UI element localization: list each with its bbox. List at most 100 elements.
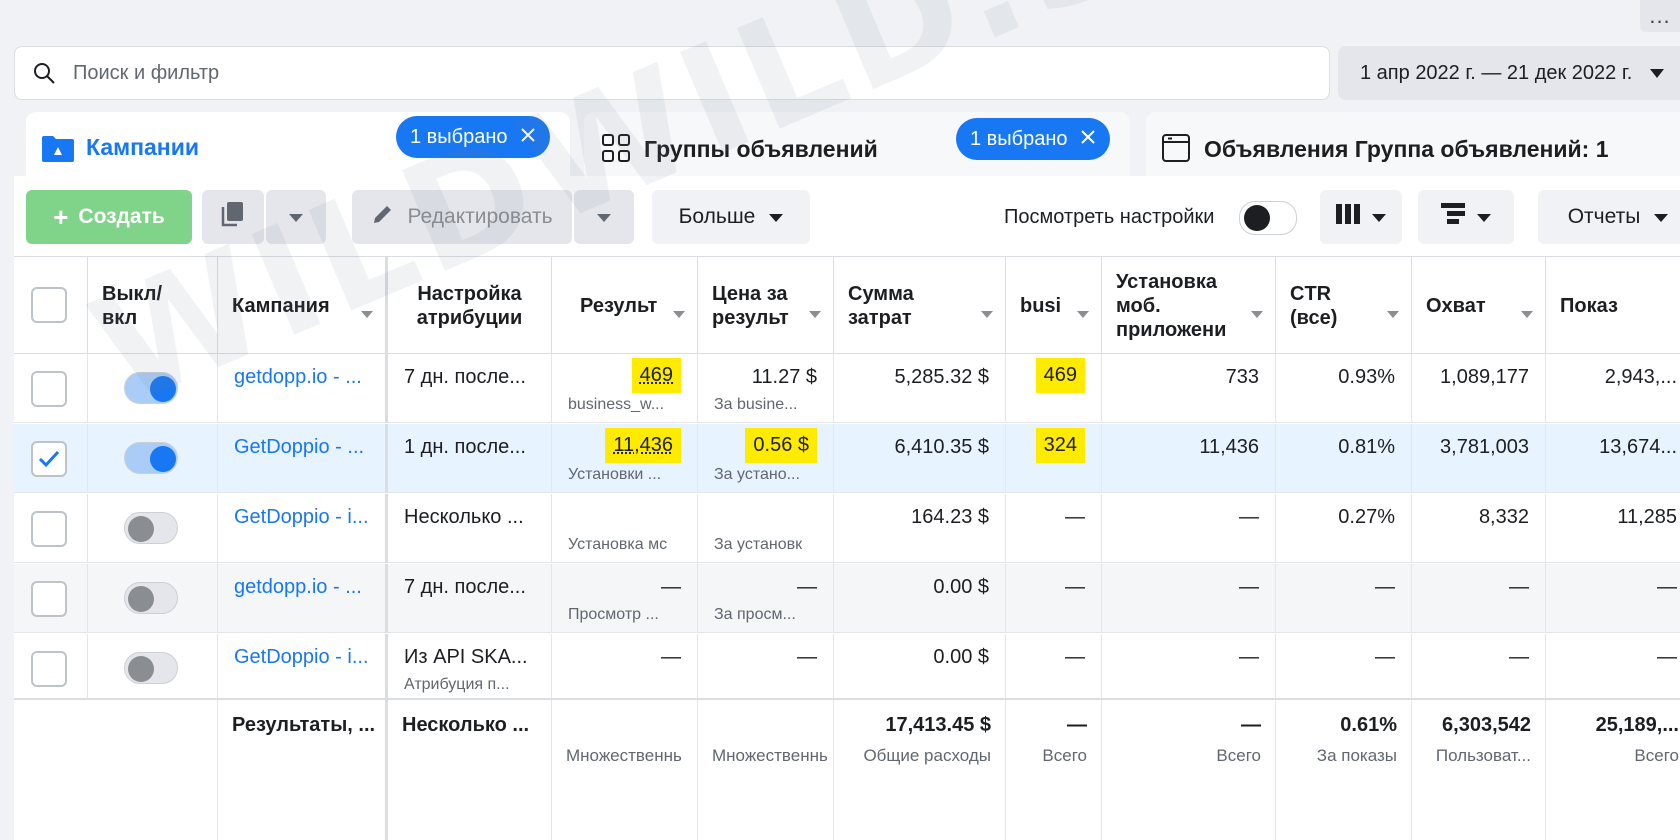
header-attribution[interactable]: Настройка атрибуции (388, 257, 552, 355)
header-ctr-label: CTR (все) (1290, 283, 1338, 329)
cell-installs: 11,436 (1102, 424, 1276, 493)
search-bar[interactable] (14, 46, 1330, 100)
table-row[interactable]: GetDoppio - i... Несколько ... Установка м… (14, 494, 1680, 563)
campaign-name-link[interactable]: GetDoppio - ... (234, 436, 382, 459)
header-installs[interactable]: Установка моб. приложени (1102, 257, 1276, 355)
table-row[interactable]: getdopp.io - ... 7 дн. после... — Просмотр … (14, 564, 1680, 633)
sort-icon[interactable] (361, 301, 373, 325)
table-row[interactable]: GetDoppio - i... Из API SKA... Атрибуция п… (14, 634, 1680, 703)
campaign-name-link[interactable]: GetDoppio - i... (234, 646, 382, 669)
campaign-name-link[interactable]: getdopp.io - ... (234, 366, 382, 389)
close-icon[interactable] (1080, 128, 1096, 151)
header-campaign[interactable]: Кампания (218, 257, 388, 355)
campaign-onoff-toggle[interactable] (124, 652, 178, 684)
sort-icon[interactable] (673, 301, 685, 325)
more-options-button[interactable]: ... (1640, 0, 1680, 32)
footer-ctr-cell: 0.61% За показы (1276, 700, 1412, 840)
cell-cost-value: — (797, 646, 817, 668)
cell-onoff (88, 564, 218, 633)
table-row[interactable]: getdopp.io - ... 7 дн. после... 469 busines… (14, 354, 1680, 423)
header-ctr[interactable]: CTR (все) (1276, 257, 1412, 355)
row-checkbox[interactable] (31, 371, 67, 407)
header-results[interactable]: Результ (552, 257, 698, 355)
sort-icon[interactable] (1077, 301, 1089, 325)
breakdown-button[interactable] (1418, 190, 1514, 244)
sort-icon[interactable] (1251, 301, 1263, 325)
header-installs-label: Установка моб. приложени (1116, 271, 1227, 341)
row-checkbox[interactable] (31, 581, 67, 617)
cell-ctr: 0.27% (1276, 494, 1412, 563)
reports-button[interactable]: Отчеты (1538, 190, 1680, 244)
footer-spend-sub: Общие расходы (863, 746, 991, 765)
more-button[interactable]: Больше (652, 190, 810, 244)
sort-icon[interactable] (1387, 301, 1399, 325)
campaign-name-link[interactable]: getdopp.io - ... (234, 576, 382, 599)
footer-spend-cell: 17,413.45 $ Общие расходы (834, 700, 1006, 840)
sort-icon[interactable] (1521, 301, 1533, 325)
create-button[interactable]: + Создать (26, 190, 192, 244)
cell-reach: 3,781,003 (1412, 424, 1546, 493)
caret-down-icon (1654, 205, 1669, 229)
header-results-label: Результ (580, 295, 658, 317)
edit-dropdown-button[interactable] (574, 190, 634, 244)
campaign-onoff-toggle[interactable] (124, 442, 178, 474)
caret-down-icon (1477, 205, 1491, 229)
adsets-selected-pill[interactable]: 1 выбрано (956, 118, 1110, 160)
cell-impr-value: — (1657, 646, 1677, 668)
view-settings-toggle[interactable] (1239, 201, 1297, 235)
header-impressions-label: Показ (1560, 295, 1618, 317)
campaign-name-link[interactable]: GetDoppio - i... (234, 506, 382, 529)
cell-ctr: 0.81% (1276, 424, 1412, 493)
cell-spend: 6,410.35 $ (834, 424, 1006, 493)
cell-installs-value: — (1239, 506, 1259, 528)
header-onoff[interactable]: Выкл/ вкл (88, 257, 218, 355)
header-attribution-label: Настройка атрибуции (416, 283, 523, 329)
header-reach[interactable]: Охват (1412, 257, 1546, 355)
sort-icon[interactable] (981, 301, 993, 325)
cell-cost-value: 11.27 $ (751, 366, 817, 388)
campaign-onoff-toggle[interactable] (124, 372, 178, 404)
header-impressions[interactable]: Показ (1546, 257, 1680, 355)
duplicate-dropdown-button[interactable] (266, 190, 326, 244)
cell-attr: Несколько ... (388, 494, 552, 563)
tab-ads[interactable]: Объявления Группа объявлений: 1 (1146, 112, 1680, 182)
cell-onoff (88, 354, 218, 423)
caret-down-icon (769, 205, 784, 229)
toolbar: + Создать Редактировать Больше Посмотрет… (14, 176, 1680, 256)
columns-button[interactable] (1320, 190, 1402, 244)
header-cost[interactable]: Цена за результ (698, 257, 834, 355)
edit-button[interactable]: Редактировать (352, 190, 572, 244)
campaigns-selected-pill[interactable]: 1 выбрано (396, 116, 550, 158)
row-checkbox[interactable] (31, 511, 67, 547)
campaign-onoff-toggle[interactable] (124, 582, 178, 614)
cell-spend: 164.23 $ (834, 494, 1006, 563)
duplicate-button[interactable] (202, 190, 264, 244)
footer-spend: 17,413.45 $ (885, 714, 991, 736)
header-reach-label: Охват (1426, 295, 1486, 317)
campaign-onoff-toggle[interactable] (124, 512, 178, 544)
cell-campaign: GetDoppio - ... (218, 424, 388, 493)
row-checkbox[interactable] (31, 651, 67, 687)
search-input[interactable] (73, 61, 1273, 85)
header-busi[interactable]: busi (1006, 257, 1102, 355)
header-spend-label: Сумма затрат (848, 283, 914, 329)
select-all-checkbox[interactable] (31, 287, 67, 323)
close-icon[interactable] (520, 126, 536, 149)
header-spend[interactable]: Сумма затрат (834, 257, 1006, 355)
tab-adsets[interactable]: Группы объявлений 1 выбрано (584, 112, 1130, 182)
pencil-icon (371, 202, 395, 232)
cell-installs: — (1102, 494, 1276, 563)
cell-results: 11,436 Установки ... (552, 424, 698, 493)
sort-icon[interactable] (809, 301, 821, 325)
row-checkbox[interactable] (31, 441, 67, 477)
cell-cost-sub: За busine... (714, 396, 798, 413)
footer-label-cell: Результаты, ... (218, 700, 388, 840)
date-range-picker[interactable]: 1 апр 2022 г. — 21 дек 2022 г. (1338, 46, 1680, 100)
footer-cost-cell: Множественнь (698, 700, 834, 840)
cell-attr: Из API SKA... Атрибуция п... (388, 634, 552, 703)
tab-campaigns[interactable]: Кампании 1 выбрано (26, 112, 570, 182)
cell-cost: — За просм... (698, 564, 834, 633)
cell-spend: 5,285.32 $ (834, 354, 1006, 423)
cell-busi-value: — (1065, 646, 1085, 668)
table-row[interactable]: GetDoppio - ... 1 дн. после... 11,436 Устан… (14, 424, 1680, 493)
